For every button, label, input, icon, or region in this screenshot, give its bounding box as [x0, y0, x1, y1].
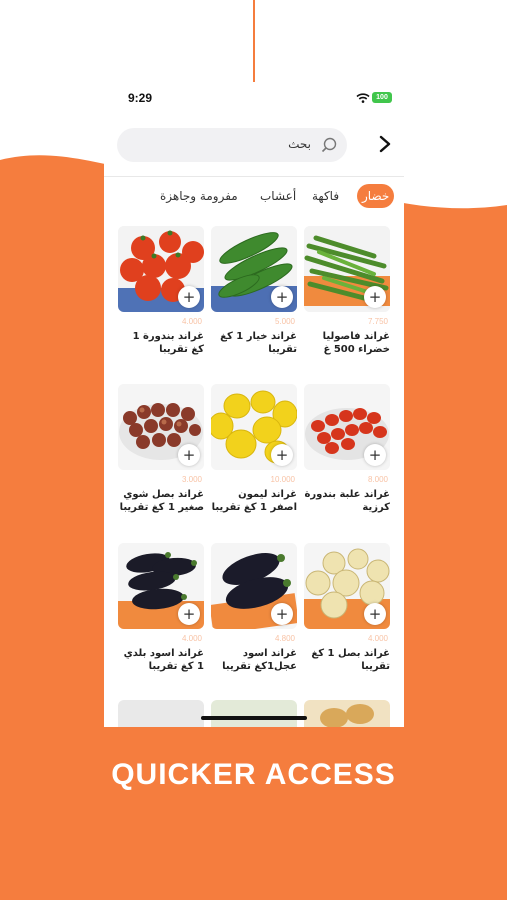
- add-to-cart-button[interactable]: +: [364, 603, 386, 625]
- product-name: غراند فاصوليا خضراء 500 غ: [322, 331, 390, 355]
- product-image-partial: [304, 700, 390, 727]
- add-to-cart-button[interactable]: +: [271, 603, 293, 625]
- status-time: 9:29: [128, 91, 153, 105]
- add-to-cart-button[interactable]: +: [364, 444, 386, 466]
- wifi-icon: [356, 93, 370, 103]
- category-tabs: خضار فاكهة أعشاب مفرومة وجاهزة: [104, 184, 404, 210]
- promo-headline: QUICKER ACCESS: [111, 758, 396, 791]
- product-name: غراند خيار 1 كغ تقريبا: [220, 331, 297, 355]
- add-to-cart-button[interactable]: +: [364, 286, 386, 308]
- home-indicator[interactable]: [201, 716, 307, 720]
- add-to-cart-button[interactable]: +: [178, 286, 200, 308]
- product-name: غراند بصل 1 كغ تقريبا: [311, 648, 390, 672]
- product-price: 5.000: [274, 317, 295, 326]
- decorative-line: [253, 0, 255, 82]
- search-input[interactable]: بحث: [288, 137, 311, 151]
- chevron-right-icon[interactable]: [378, 135, 392, 153]
- tab-chopped-ready[interactable]: مفرومة وجاهزة: [160, 184, 238, 208]
- product-name: غراند ليمون اصفر 1 كغ تقريبا: [211, 489, 297, 513]
- product-image-partial: [118, 700, 204, 727]
- add-to-cart-button[interactable]: +: [178, 444, 200, 466]
- product-price: 4.000: [181, 634, 202, 643]
- tab-vegetables[interactable]: خضار: [357, 184, 395, 208]
- phone-screen: 9:29 100 بحث خضار فاكهة أعشاب مفرومة وجا…: [104, 82, 404, 727]
- product-price: 4.800: [274, 634, 295, 643]
- product-price: 4.000: [181, 317, 202, 326]
- product-name: غراند بندورة 1 كغ تقريبا: [132, 331, 204, 355]
- product-price: 3.000: [181, 475, 202, 484]
- tab-fruits[interactable]: فاكهة: [312, 184, 339, 208]
- add-to-cart-button[interactable]: +: [271, 444, 293, 466]
- battery-icon: 100: [372, 92, 392, 103]
- product-name: غراند بصل شوي صغير 1 كغ تقريبا: [119, 489, 204, 513]
- product-price: 10.000: [270, 475, 295, 484]
- product-price: 8.000: [367, 475, 388, 484]
- product-price: 4.000: [367, 634, 388, 643]
- status-bar: 9:29 100: [104, 82, 404, 114]
- divider: [104, 176, 404, 177]
- search-icon: [321, 137, 337, 153]
- product-name: غراند علبة بندورة كرزية: [304, 489, 390, 513]
- product-price: 7.750: [367, 317, 388, 326]
- product-name: غراند اسود عجل1كغ تقريبا: [222, 648, 297, 672]
- add-to-cart-button[interactable]: +: [271, 286, 293, 308]
- search-bar[interactable]: بحث: [117, 128, 347, 162]
- product-name: غراند اسود بلدي 1 كغ تقريبا: [123, 648, 204, 672]
- product-image-partial: [211, 700, 297, 727]
- add-to-cart-button[interactable]: +: [178, 603, 200, 625]
- tab-herbs[interactable]: أعشاب: [260, 184, 296, 208]
